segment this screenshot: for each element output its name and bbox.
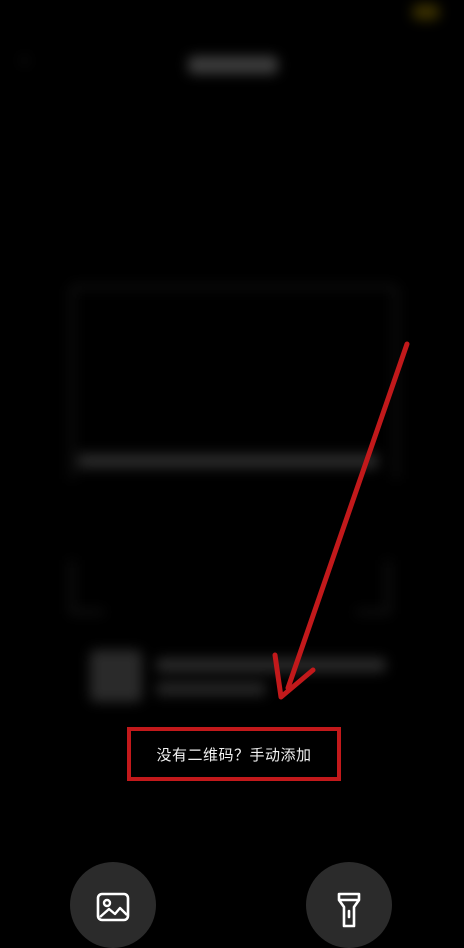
hint-thumbnail: [90, 650, 142, 702]
flashlight-button[interactable]: [306, 862, 392, 948]
manual-add-link[interactable]: 没有二维码？手动添加: [131, 731, 337, 777]
scan-line: [78, 450, 378, 472]
image-icon: [96, 892, 130, 922]
scan-frame-corner-bottom-left: [70, 560, 104, 614]
scan-frame-corner-bottom-right: [356, 560, 390, 614]
hint-text-line: [156, 682, 266, 696]
page-title: [188, 56, 278, 74]
gallery-button[interactable]: [70, 862, 156, 948]
back-arrow-icon[interactable]: ‹: [20, 50, 42, 72]
status-indicator: [412, 4, 440, 20]
blurred-scanner-background: ‹: [0, 0, 464, 924]
hint-text-line: [156, 658, 386, 672]
flashlight-icon: [337, 892, 361, 928]
